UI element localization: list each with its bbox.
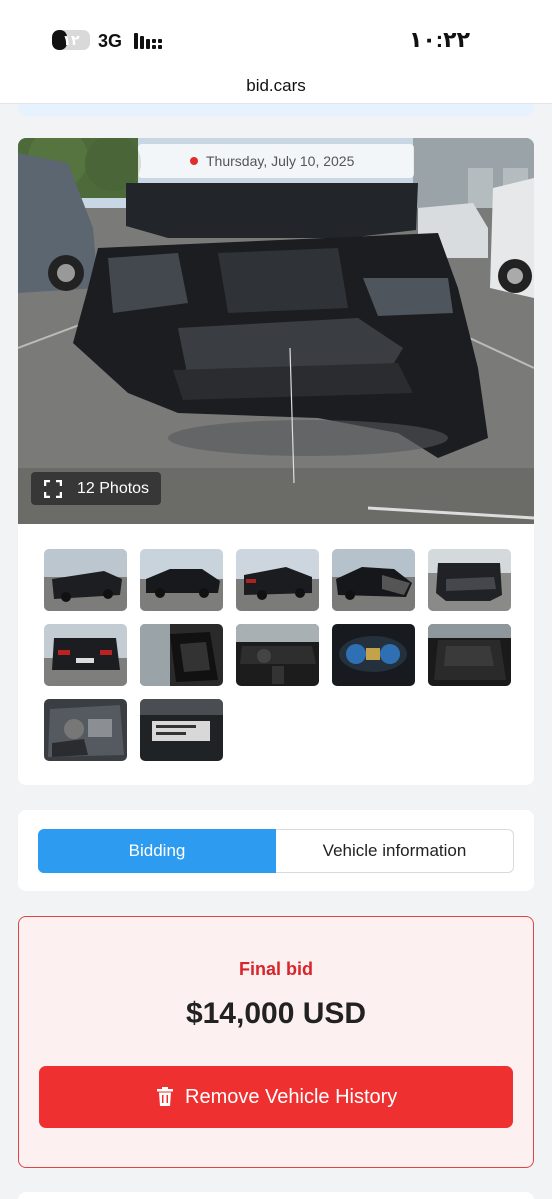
battery-icon: ١٢: [52, 30, 90, 50]
signal-icon: [132, 31, 162, 51]
thumbnail-9[interactable]: [332, 624, 415, 686]
final-bid-card: Final bid $14,000 USD Remove Vehicle His…: [18, 916, 534, 1168]
auction-date-text: Thursday, July 10, 2025: [206, 153, 355, 169]
tab-vehicle-information[interactable]: Vehicle information: [276, 829, 514, 873]
trash-icon: [157, 1087, 173, 1106]
thumbnail-11[interactable]: [44, 699, 127, 761]
view-all-photos-button[interactable]: 12 Photos: [31, 472, 161, 505]
status-bar: ١٢ 3G ١٠:٢٢: [0, 0, 552, 68]
network-type: 3G: [98, 31, 123, 51]
remove-vehicle-history-label: Remove Vehicle History: [185, 1086, 398, 1108]
remove-vehicle-history-button[interactable]: Remove Vehicle History: [39, 1066, 513, 1128]
final-bid-label: Final bid: [239, 959, 313, 979]
thumbnail-4[interactable]: [332, 549, 415, 611]
tabs-card: Bidding Vehicle information: [18, 810, 534, 891]
battery-level: ١٢: [62, 32, 80, 48]
thumbnail-3[interactable]: [236, 549, 319, 611]
photo-gallery-card: Thursday, July 10, 2025 12 Photos: [18, 138, 534, 785]
tab-bidding[interactable]: Bidding: [38, 829, 276, 873]
thumbnail-1[interactable]: [44, 549, 127, 611]
clock-time: ١٠:٢٢: [408, 27, 470, 52]
thumbnail-10[interactable]: [428, 624, 511, 686]
thumbnail-8[interactable]: [236, 624, 319, 686]
thumbnail-5[interactable]: [428, 549, 511, 611]
fullscreen-icon: [44, 480, 62, 498]
auction-date: Thursday, July 10, 2025: [138, 144, 414, 178]
photos-count: 12 Photos: [77, 480, 150, 497]
address-bar[interactable]: bid.cars: [0, 68, 552, 104]
live-dot-icon: [190, 157, 198, 165]
final-bid-amount: $14,000 USD: [185, 997, 367, 1030]
thumbnail-7[interactable]: [140, 624, 223, 686]
thumbnail-12[interactable]: [140, 699, 223, 761]
thumbnail-6[interactable]: [44, 624, 127, 686]
next-section-card: [18, 1192, 534, 1199]
main-vehicle-photo[interactable]: Thursday, July 10, 2025 12 Photos: [18, 138, 534, 524]
thumbnail-2[interactable]: [140, 549, 223, 611]
header-strip: [18, 104, 534, 116]
